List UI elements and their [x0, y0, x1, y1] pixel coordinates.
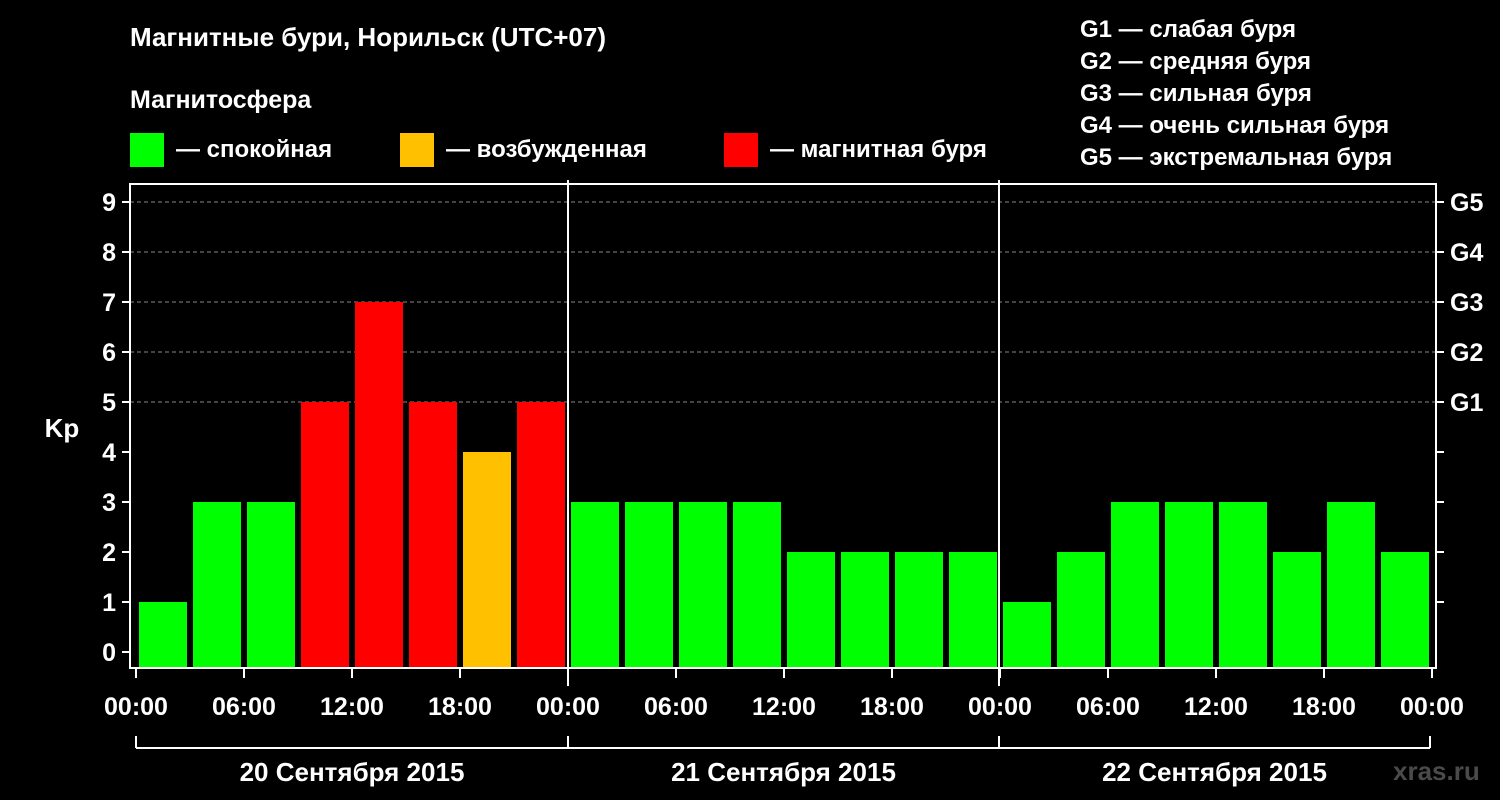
- kp-bar: [625, 502, 673, 668]
- right-axis-label-g1: G1: [1450, 389, 1483, 417]
- right-axis-label-g4: G4: [1450, 239, 1483, 267]
- x-tick-label: 06:00: [644, 693, 708, 721]
- kp-bar: [1165, 502, 1213, 668]
- kp-bar: [139, 602, 187, 668]
- day-label: 20 Сентября 2015: [240, 757, 465, 787]
- day-label: 22 Сентября 2015: [1102, 757, 1327, 787]
- kp-bar: [841, 552, 889, 668]
- y-axis-label: Kp: [45, 413, 80, 443]
- kp-bar: [517, 402, 565, 668]
- y-tick-label: 1: [102, 589, 116, 617]
- kp-bar: [1219, 502, 1267, 668]
- kp-bar: [409, 402, 457, 668]
- kp-bar: [1111, 502, 1159, 668]
- y-tick-label: 4: [102, 439, 116, 467]
- y-tick-label: 5: [102, 389, 116, 417]
- kp-bar: [463, 452, 511, 668]
- x-tick-label: 06:00: [212, 693, 276, 721]
- kp-bar: [193, 502, 241, 668]
- x-tick-label: 18:00: [1292, 693, 1356, 721]
- day-label: 21 Сентября 2015: [671, 757, 896, 787]
- y-tick-label: 9: [102, 189, 116, 217]
- x-tick-label: 00:00: [536, 693, 600, 721]
- x-tick-label: 12:00: [1184, 693, 1248, 721]
- watermark: xras.ru: [1393, 756, 1480, 786]
- y-tick-label: 6: [102, 339, 116, 367]
- kp-bar: [679, 502, 727, 668]
- kp-bar: [1057, 552, 1105, 668]
- kp-bar: [1003, 602, 1051, 668]
- y-tick-label: 8: [102, 239, 116, 267]
- kp-bar: [895, 552, 943, 668]
- x-tick-label: 00:00: [104, 693, 168, 721]
- y-tick-label: 0: [102, 639, 116, 667]
- kp-bar: [247, 502, 295, 668]
- x-tick-label: 12:00: [320, 693, 384, 721]
- kp-bar: [355, 302, 403, 668]
- kp-bar: [787, 552, 835, 668]
- kp-bar: [571, 502, 619, 668]
- x-tick-label: 18:00: [428, 693, 492, 721]
- right-axis-label-g5: G5: [1450, 189, 1483, 217]
- y-tick-label: 7: [102, 289, 116, 317]
- kp-bar-chart: 0 1 2 3 4 5 6 7 8 9 G1 G2 G3 G4 G5 Kp 00:00 06:00 12:00 18:…: [45, 180, 1483, 787]
- kp-bar: [1273, 552, 1321, 668]
- x-tick-label: 00:00: [1400, 693, 1464, 721]
- y-tick-label: 3: [102, 489, 116, 517]
- kp-bar: [301, 402, 349, 668]
- x-tick-label: 18:00: [860, 693, 924, 721]
- kp-bar: [949, 552, 997, 668]
- right-axis-label-g2: G2: [1450, 339, 1483, 367]
- x-tick-label: 12:00: [752, 693, 816, 721]
- kp-bar: [1327, 502, 1375, 668]
- kp-bar: [1381, 552, 1429, 668]
- kp-bar: [733, 502, 781, 668]
- y-tick-label: 2: [102, 539, 116, 567]
- x-tick-label: 06:00: [1076, 693, 1140, 721]
- right-axis-label-g3: G3: [1450, 289, 1483, 317]
- x-tick-label: 00:00: [968, 693, 1032, 721]
